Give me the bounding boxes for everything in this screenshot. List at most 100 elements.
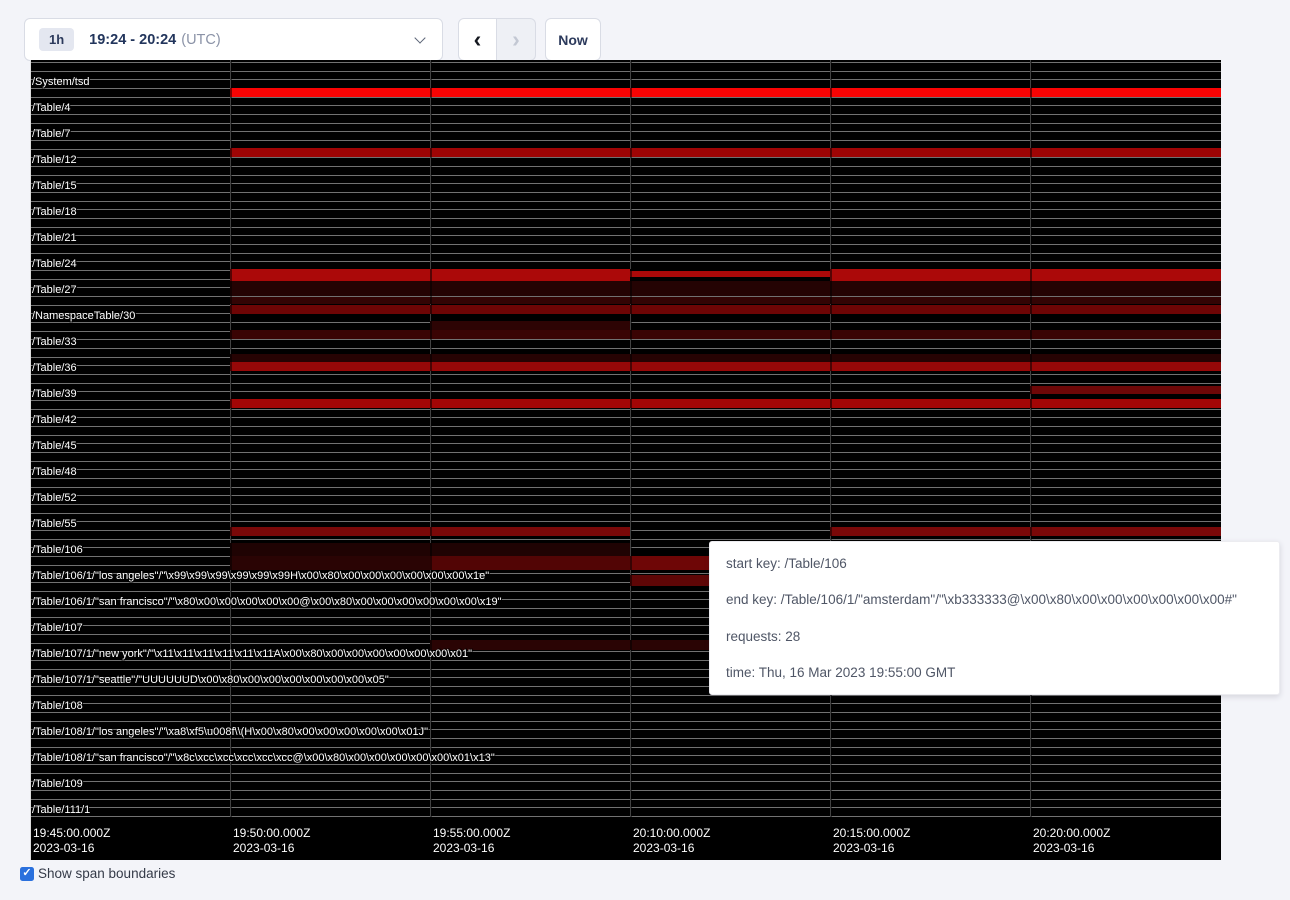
row-label: /Table/106/1/"los angeles"/"\x99\x99\x99… [32,570,489,582]
span-boundary-line [30,114,1221,115]
span-boundary-line [30,62,1221,63]
span-boundary-line [30,513,1221,514]
range-nav-group: ‹ › [458,18,536,61]
span-boundary-line [30,816,1221,817]
span-boundary-line [30,348,1221,349]
show-span-boundaries-label: Show span boundaries [38,866,175,881]
row-label: /Table/36 [32,362,77,374]
now-button[interactable]: Now [545,18,601,61]
time-gridline-overlay [830,60,832,817]
hot-range-band [630,269,830,271]
row-label: /Table/106 [32,544,83,556]
span-boundary-line [30,773,1221,774]
span-boundary-line [30,781,1221,782]
row-label: /Table/52 [32,492,77,504]
span-boundary-line [30,374,1221,375]
span-boundary-line [30,140,1221,141]
span-boundary-line [30,192,1221,193]
span-boundary-line [30,339,1221,340]
row-label: /Table/107 [32,622,83,634]
row-label: /Table/107/1/"new york"/"\x11\x11\x11\x1… [32,648,472,660]
hot-range-band [230,88,1221,97]
x-axis-tick: 19:55:00.000Z2023-03-16 [433,826,510,856]
row-label: /Table/18 [32,206,77,218]
span-boundary-line [30,807,1221,808]
span-boundary-line [30,790,1221,791]
span-boundary-line [30,703,1221,704]
time-range-timezone: (UTC) [181,32,220,48]
span-boundary-line [30,452,1221,453]
chevron-down-icon [414,32,425,43]
time-range-duration-badge: 1h [39,28,74,51]
key-visualizer-heatmap[interactable]: /System/tsd/Table/4/Table/7/Table/12/Tab… [30,60,1221,860]
span-boundary-line [30,721,1221,722]
span-boundary-line [30,383,1221,384]
span-boundary-line [30,712,1221,713]
span-boundary-line [30,183,1221,184]
span-boundary-line [30,218,1221,219]
row-label: /Table/42 [32,414,77,426]
span-boundary-line [30,461,1221,462]
hot-range-band [1030,386,1221,394]
x-axis-tick: 19:45:00.000Z2023-03-16 [33,826,110,856]
x-axis-tick: 20:15:00.000Z2023-03-16 [833,826,910,856]
next-range-button[interactable]: › [497,18,536,61]
row-label: /Table/106/1/"san francisco"/"\x80\x00\x… [32,596,502,608]
span-boundary-line [30,469,1221,470]
tooltip-end-key: end key: /Table/106/1/"amsterdam"/"\xb33… [726,592,1263,607]
row-label: /System/tsd [32,76,89,88]
span-boundary-line [30,435,1221,436]
span-boundary-line [30,487,1221,488]
time-gridline-overlay [630,60,632,817]
time-range-selector[interactable]: 1h 19:24 - 20:24 (UTC) [24,18,443,61]
span-boundary-line [30,209,1221,210]
span-boundary-line [30,253,1221,254]
row-label: /Table/21 [32,232,77,244]
hover-tooltip: start key: /Table/106 end key: /Table/10… [709,541,1280,695]
row-label: /Table/39 [32,388,77,400]
time-range-text: 19:24 - 20:24 [89,32,176,48]
time-gridline-overlay [230,60,232,817]
tooltip-start-key: start key: /Table/106 [726,556,1263,571]
hot-range-band [230,556,430,570]
span-boundary-line [30,764,1221,765]
row-label: /Table/108/1/"san francisco"/"\x8c\xcc\x… [32,752,495,764]
checkbox-checked-icon[interactable]: ✓ [20,867,34,881]
span-boundary-line [30,409,1221,410]
plot-left-edge [30,60,31,860]
row-label: /Table/24 [32,258,77,270]
span-boundary-line [30,227,1221,228]
span-boundary-line [30,504,1221,505]
row-label: /Table/109 [32,778,83,790]
x-axis-tick: 20:10:00.000Z2023-03-16 [633,826,710,856]
row-label: /Table/111/1 [32,804,90,816]
tooltip-requests: requests: 28 [726,629,1263,644]
x-axis-tick: 20:20:00.000Z2023-03-16 [1033,826,1110,856]
row-label: /NamespaceTable/30 [32,310,135,322]
hot-range-band [430,321,630,330]
span-boundary-line [30,443,1221,444]
row-label: /Table/7 [32,128,71,140]
span-boundary-line [30,166,1221,167]
span-boundary-line [30,539,1221,540]
previous-range-button[interactable]: ‹ [458,18,497,61]
hot-range-band [230,399,1221,408]
span-boundary-line [30,175,1221,176]
row-label: /Table/12 [32,154,77,166]
row-label: /Table/55 [32,518,77,530]
span-boundary-line [30,521,1221,522]
hot-range-band [230,281,1221,296]
row-label: /Table/15 [32,180,77,192]
span-boundary-line [30,417,1221,418]
tooltip-time: time: Thu, 16 Mar 2023 19:55:00 GMT [726,665,1263,680]
span-boundary-line [30,235,1221,236]
x-axis-tick: 19:50:00.000Z2023-03-16 [233,826,310,856]
row-label: /Table/108 [32,700,83,712]
row-label: /Table/45 [32,440,77,452]
hot-range-band [230,305,1221,314]
span-boundary-line [30,79,1221,80]
show-span-boundaries-control[interactable]: ✓ Show span boundaries [20,866,175,881]
span-boundary-line [30,244,1221,245]
span-boundary-line [30,261,1221,262]
span-boundary-line [30,426,1221,427]
